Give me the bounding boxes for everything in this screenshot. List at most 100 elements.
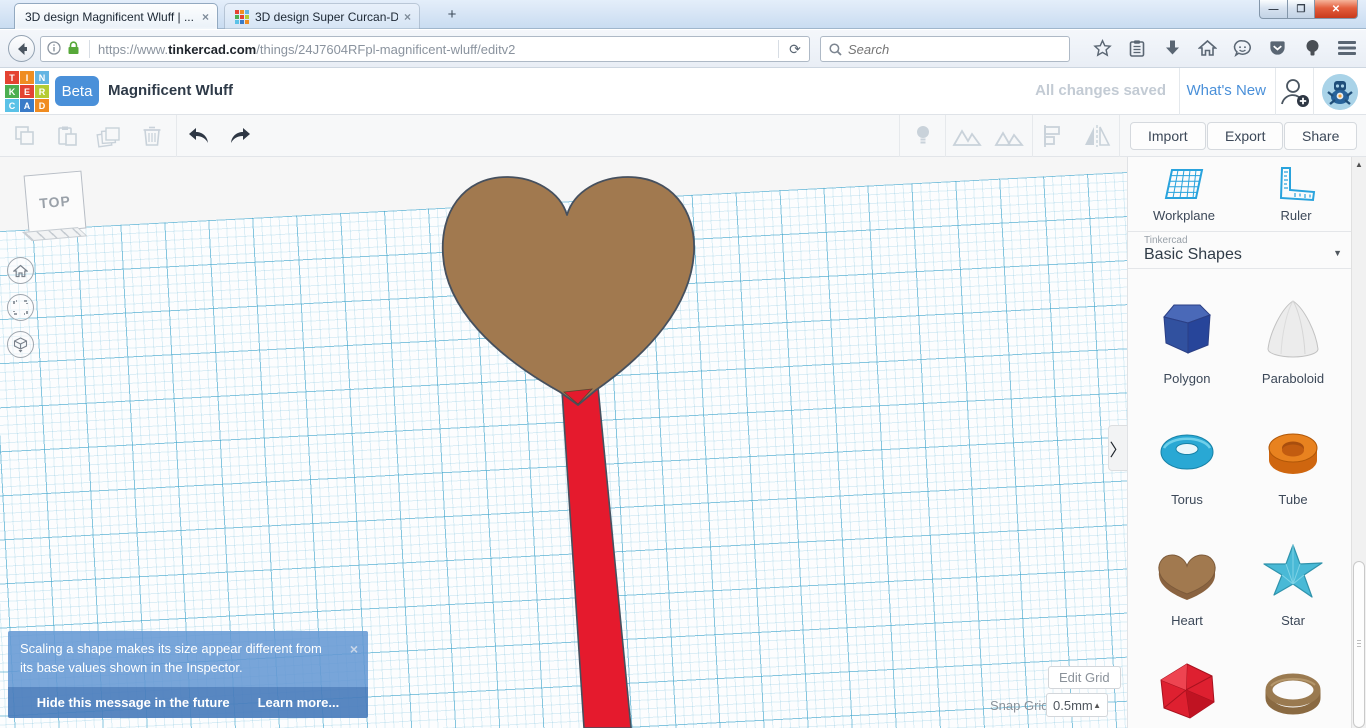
invite-user-button[interactable] <box>1278 76 1310 108</box>
design-toolbar: Import Export Share <box>0 115 1366 157</box>
tinkercad-logo-icon[interactable]: T I N K E R C A D <box>5 71 49 112</box>
add-person-icon <box>1281 79 1309 107</box>
scroll-up-arrow-icon[interactable]: ▲ <box>1352 157 1366 172</box>
stick-shape[interactable] <box>561 386 632 728</box>
url-text: https://www.tinkercad.com/things/24J7604… <box>98 41 516 57</box>
shape-star[interactable]: Star <box>1240 511 1346 632</box>
shape-ring[interactable]: Ring <box>1240 632 1346 728</box>
notification-close-icon[interactable]: × <box>350 639 358 659</box>
divider <box>945 115 946 157</box>
sidebar-scrollbar[interactable]: ▲ <box>1351 157 1366 728</box>
search-icon <box>829 42 842 56</box>
copy-icon[interactable] <box>10 121 40 151</box>
lightbulb-pin-icon[interactable] <box>1299 35 1325 61</box>
duplicate-icon[interactable] <box>94 121 124 151</box>
edit-grid-button[interactable]: Edit Grid <box>1048 666 1121 689</box>
group-icon[interactable] <box>952 121 982 151</box>
menu-hamburger-icon[interactable] <box>1334 35 1360 61</box>
chevron-down-icon[interactable]: ▼ <box>1333 248 1342 258</box>
learn-more-link[interactable]: Learn more... <box>258 695 340 710</box>
undo-icon[interactable] <box>184 121 214 151</box>
heart-shape[interactable] <box>441 176 695 406</box>
hello-chat-icon[interactable] <box>1229 35 1255 61</box>
heart-shape-icon <box>1158 554 1216 600</box>
snap-grid-select[interactable]: 0.5mm ▲ <box>1046 693 1108 717</box>
scrollbar-thumb[interactable] <box>1353 561 1365 728</box>
view-cube[interactable]: TOP <box>23 170 87 234</box>
tab-title: 3D design Super Curcan-D... <box>255 9 398 24</box>
divider <box>1179 68 1180 115</box>
pocket-icon[interactable] <box>1264 35 1290 61</box>
shape-category-selector[interactable]: Tinkercad Basic Shapes ▼ <box>1128 232 1352 269</box>
beta-badge[interactable]: Beta <box>55 76 99 106</box>
shape-tube[interactable]: Tube <box>1240 390 1346 511</box>
notification-actions: Hide this message in the future Learn mo… <box>8 686 368 718</box>
divider <box>176 115 177 157</box>
new-tab-button[interactable]: + <box>440 6 464 25</box>
divider <box>1032 115 1033 157</box>
design-title[interactable]: Magnificent Wluff <box>108 82 233 99</box>
bookmark-star-icon[interactable] <box>1089 35 1115 61</box>
snap-grid-value: 0.5mm <box>1053 697 1093 713</box>
category-title: Basic Shapes <box>1144 246 1242 263</box>
shape-paraboloid[interactable]: Paraboloid <box>1240 269 1346 390</box>
shape-heart[interactable]: Heart <box>1134 511 1240 632</box>
hide-message-button[interactable]: Hide this message in the future <box>37 695 230 710</box>
scaling-notification: Scaling a shape makes its size appear di… <box>8 631 368 718</box>
fit-view-button[interactable] <box>7 294 34 321</box>
tab-magnificent-wluff[interactable]: 3D design Magnificent Wluff | ... × <box>14 3 218 29</box>
user-avatar[interactable] <box>1322 74 1358 110</box>
search-box[interactable] <box>820 36 1070 62</box>
tab-title: 3D design Magnificent Wluff | ... <box>25 9 194 24</box>
ungroup-icon[interactable] <box>994 121 1024 151</box>
ruler-tool[interactable]: Ruler <box>1240 157 1352 231</box>
tab-close-icon[interactable]: × <box>404 10 411 24</box>
import-button[interactable]: Import <box>1130 122 1206 150</box>
tinkercad-header: T I N K E R C A D Beta Magnificent Wluff… <box>0 68 1366 115</box>
switch-view-button[interactable] <box>7 331 34 358</box>
back-button[interactable] <box>8 35 35 62</box>
shape-grid: Polygon Paraboloid Torus Tube Heart Star <box>1134 269 1346 728</box>
workplane-label: Workplane <box>1153 207 1215 223</box>
whats-new-link[interactable]: What's New <box>1186 82 1266 99</box>
minimize-button[interactable]: — <box>1259 0 1288 19</box>
delete-icon[interactable] <box>137 121 167 151</box>
view-home-button[interactable] <box>7 257 34 284</box>
workplane-tool[interactable]: Workplane <box>1128 157 1240 231</box>
tube-shape-icon <box>1268 433 1318 474</box>
shape-polygon[interactable]: Polygon <box>1134 269 1240 390</box>
reload-icon[interactable]: ⟳ <box>781 41 809 58</box>
page-info-icon[interactable] <box>41 40 67 58</box>
design-canvas[interactable]: TOP 〉 Scaling a shape makes its size app… <box>0 157 1127 728</box>
divider <box>778 40 779 58</box>
shape-torus[interactable]: Torus <box>1134 390 1240 511</box>
paste-icon[interactable] <box>52 121 82 151</box>
tinkercad-window: 3D design Magnificent Wluff | ... × 3D d… <box>0 0 1366 728</box>
divider <box>1275 68 1276 115</box>
home-icon[interactable] <box>1194 35 1220 61</box>
https-lock-icon[interactable] <box>67 40 87 58</box>
divider <box>1313 68 1314 115</box>
align-icon[interactable] <box>1038 121 1068 151</box>
search-input[interactable] <box>848 41 1061 57</box>
view-box-icon <box>13 336 28 352</box>
downloads-icon[interactable] <box>1159 35 1185 61</box>
export-button[interactable]: Export <box>1207 122 1284 150</box>
ruler-label: Ruler <box>1280 207 1312 223</box>
home-view-icon <box>13 264 28 277</box>
bookmarks-list-icon[interactable] <box>1124 35 1150 61</box>
tab-close-icon[interactable]: × <box>202 10 209 24</box>
close-window-button[interactable]: ✕ <box>1315 0 1358 19</box>
shape-icosahedron[interactable]: Icosahedron <box>1134 632 1240 728</box>
panel-collapse-handle[interactable]: 〉 <box>1108 425 1127 471</box>
redo-icon[interactable] <box>225 121 255 151</box>
restore-button[interactable]: ❐ <box>1288 0 1315 19</box>
divider <box>1119 115 1120 157</box>
tab-super-curcan[interactable]: 3D design Super Curcan-D... × <box>224 3 420 29</box>
share-button[interactable]: Share <box>1284 122 1358 150</box>
url-bar[interactable]: https://www.tinkercad.com/things/24J7604… <box>40 36 810 62</box>
show-all-lightbulb-icon[interactable] <box>908 121 938 151</box>
browser-navbar: https://www.tinkercad.com/things/24J7604… <box>0 30 1366 68</box>
window-controls: — ❐ ✕ <box>1259 0 1358 19</box>
mirror-icon[interactable] <box>1082 121 1112 151</box>
